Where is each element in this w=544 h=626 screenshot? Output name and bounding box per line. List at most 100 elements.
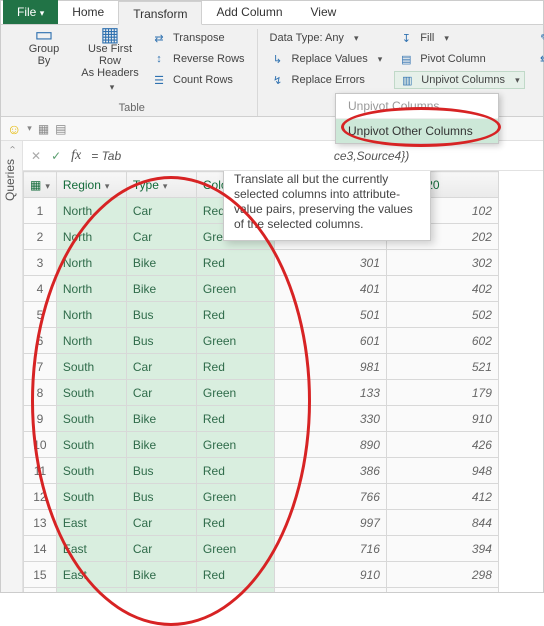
table-row[interactable]: 11SouthBusRed386948 <box>24 458 499 484</box>
cell-v2[interactable]: 948 <box>386 458 498 484</box>
table-row[interactable]: 4NorthBikeGreen401402 <box>24 276 499 302</box>
cell-v2[interactable]: 302 <box>386 250 498 276</box>
cell-v2[interactable]: 502 <box>386 302 498 328</box>
table-row[interactable]: 8SouthCarGreen133179 <box>24 380 499 406</box>
cell-type[interactable]: Bike <box>126 562 196 588</box>
cell-v1[interactable]: 766 <box>274 484 386 510</box>
col-region[interactable]: Region▾ <box>56 172 126 198</box>
cell-colour[interactable]: Green <box>196 432 274 458</box>
table-row[interactable]: 12SouthBusGreen766412 <box>24 484 499 510</box>
cell-v2[interactable]: 602 <box>386 328 498 354</box>
cell-region[interactable]: North <box>56 224 126 250</box>
cell-region[interactable]: South <box>56 406 126 432</box>
cell-colour[interactable]: Red <box>196 302 274 328</box>
cell-type[interactable]: Car <box>126 510 196 536</box>
transpose-button[interactable]: ⇄Transpose <box>147 29 249 47</box>
cell-region[interactable]: North <box>56 302 126 328</box>
cell-v2[interactable]: 412 <box>386 484 498 510</box>
data-type-button[interactable]: Data Type: Any <box>266 29 387 47</box>
cell-type[interactable]: Car <box>126 354 196 380</box>
cell-v1[interactable]: 997 <box>274 510 386 536</box>
reverse-rows-button[interactable]: ↕Reverse Rows <box>147 50 249 68</box>
cell-region[interactable]: North <box>56 276 126 302</box>
cell-v1[interactable]: 301 <box>274 250 386 276</box>
cell-type[interactable]: Car <box>126 198 196 224</box>
cell-v1[interactable]: 501 <box>274 302 386 328</box>
cell-type[interactable]: Bus <box>126 458 196 484</box>
cell-v1[interactable]: 133 <box>274 380 386 406</box>
table-row[interactable]: 3NorthBikeRed301302 <box>24 250 499 276</box>
cell-type[interactable]: Bike <box>126 432 196 458</box>
table-row[interactable]: 7SouthCarRed981521 <box>24 354 499 380</box>
table-row[interactable]: 16EastBikeGreen894524 <box>24 588 499 593</box>
cell-colour[interactable]: Red <box>196 562 274 588</box>
cell-type[interactable]: Bus <box>126 484 196 510</box>
cell-region[interactable]: South <box>56 354 126 380</box>
cell-v1[interactable]: 601 <box>274 328 386 354</box>
table-row[interactable]: 9SouthBikeRed330910 <box>24 406 499 432</box>
cell-region[interactable]: East <box>56 562 126 588</box>
cancel-icon[interactable]: ✕ <box>31 149 41 163</box>
tab-file[interactable]: File ▾ <box>3 0 58 24</box>
unpivot-columns-item[interactable]: Unpivot Columns <box>336 94 498 118</box>
cell-colour[interactable]: Red <box>196 510 274 536</box>
cell-v1[interactable]: 894 <box>274 588 386 593</box>
cell-colour[interactable]: Green <box>196 588 274 593</box>
tab-transform[interactable]: Transform <box>118 1 202 25</box>
cell-region[interactable]: North <box>56 198 126 224</box>
table-row[interactable]: 15EastBikeRed910298 <box>24 562 499 588</box>
fx-icon[interactable]: fx <box>71 148 81 164</box>
first-row-headers-button[interactable]: ▦ Use First Row As Headers <box>81 29 139 93</box>
cell-v1[interactable]: 910 <box>274 562 386 588</box>
pivot-button[interactable]: ▤Pivot Column <box>394 50 524 68</box>
cell-type[interactable]: Car <box>126 380 196 406</box>
smiley-icon[interactable]: ☺ <box>7 121 21 137</box>
cell-region[interactable]: East <box>56 510 126 536</box>
row-corner[interactable]: ▦▾ <box>24 172 57 198</box>
replace-errors-button[interactable]: ↯Replace Errors <box>266 71 387 89</box>
cell-type[interactable]: Bike <box>126 406 196 432</box>
cell-type[interactable]: Bike <box>126 250 196 276</box>
qat-icon-2[interactable]: ▤ <box>55 122 66 136</box>
cell-type[interactable]: Car <box>126 224 196 250</box>
cell-region[interactable]: North <box>56 250 126 276</box>
tab-view[interactable]: View <box>297 0 351 24</box>
cell-region[interactable]: South <box>56 432 126 458</box>
cell-v2[interactable]: 426 <box>386 432 498 458</box>
cell-v2[interactable]: 394 <box>386 536 498 562</box>
col-type[interactable]: Type▾ <box>126 172 196 198</box>
table-row[interactable]: 5NorthBusRed501502 <box>24 302 499 328</box>
cell-v2[interactable]: 524 <box>386 588 498 593</box>
cell-v1[interactable]: 401 <box>274 276 386 302</box>
formula-text[interactable]: = Tab ce3,Source4}) <box>91 149 535 163</box>
cell-region[interactable]: North <box>56 328 126 354</box>
cell-region[interactable]: South <box>56 458 126 484</box>
cell-type[interactable]: Bus <box>126 302 196 328</box>
cell-region[interactable]: East <box>56 588 126 593</box>
group-by-button[interactable]: ▭ Group By <box>15 29 73 67</box>
unpivot-button[interactable]: ▥Unpivot Columns <box>394 71 524 89</box>
accept-icon[interactable]: ✓ <box>51 149 61 163</box>
cell-region[interactable]: South <box>56 380 126 406</box>
unpivot-other-columns-item[interactable]: Unpivot Other Columns <box>336 118 498 143</box>
replace-values-button[interactable]: ↳Replace Values <box>266 50 387 68</box>
tab-home[interactable]: Home <box>58 0 118 24</box>
cell-colour[interactable]: Red <box>196 458 274 484</box>
cell-v2[interactable]: 521 <box>386 354 498 380</box>
cell-v1[interactable]: 330 <box>274 406 386 432</box>
cell-colour[interactable]: Green <box>196 328 274 354</box>
move-button[interactable]: ⇆Move <box>533 50 544 68</box>
cell-v1[interactable]: 981 <box>274 354 386 380</box>
cell-v1[interactable]: 716 <box>274 536 386 562</box>
cell-colour[interactable]: Green <box>196 484 274 510</box>
cell-v2[interactable]: 298 <box>386 562 498 588</box>
fill-button[interactable]: ↧Fill <box>394 29 524 47</box>
cell-v2[interactable]: 910 <box>386 406 498 432</box>
cell-colour[interactable]: Green <box>196 276 274 302</box>
tab-add-column[interactable]: Add Column <box>202 0 296 24</box>
table-row[interactable]: 13EastCarRed997844 <box>24 510 499 536</box>
cell-colour[interactable]: Red <box>196 354 274 380</box>
cell-colour[interactable]: Red <box>196 250 274 276</box>
cell-v1[interactable]: 386 <box>274 458 386 484</box>
table-row[interactable]: 14EastCarGreen716394 <box>24 536 499 562</box>
